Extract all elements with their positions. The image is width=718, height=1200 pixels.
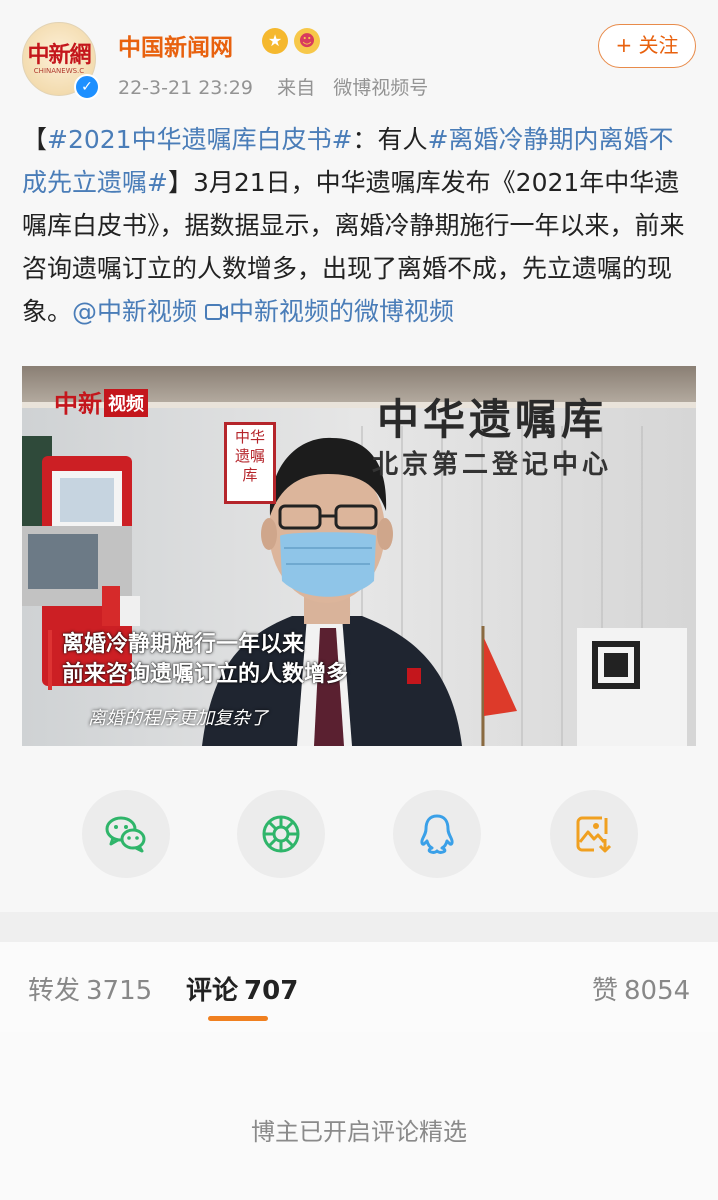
video-watermark-tag: 视频 <box>104 389 148 417</box>
bracket-open: 【 <box>22 125 48 154</box>
save-image-icon <box>576 816 612 853</box>
comment-area: 博主已开启评论精选 <box>0 1032 718 1200</box>
wall-sign: 中华遗嘱库 <box>377 395 608 444</box>
verified-icon: ✓ <box>74 74 100 100</box>
follow-button[interactable]: + 关注 <box>598 24 696 68</box>
post-meta: 22-3-21 23:29 来自 微博视频号 <box>118 73 428 100</box>
topic-link-whitepaper[interactable]: #2021中华遗嘱库白皮书# <box>47 125 353 154</box>
wechat-icon <box>105 816 146 853</box>
wall-plaque: 中华遗嘱库 <box>224 422 276 504</box>
account-name[interactable]: 中国新闻网 <box>118 28 233 62</box>
post-text-segment: ：有人 <box>352 125 428 154</box>
video-watermark: 中新 视频 <box>54 384 148 419</box>
tab-comments-label: 评论 <box>186 976 239 1006</box>
subtitle-line: 离婚冷静期施行一年以来 <box>62 632 305 657</box>
video-subtitle: 离婚冷静期施行一年以来 前来咨询遗嘱订立的人数增多 <box>48 630 348 690</box>
avatar-logo: 中新網 <box>27 42 91 68</box>
video-caption: 离婚的程序更加复杂了 <box>88 708 268 729</box>
tab-comments[interactable]: 评论 707 <box>186 970 298 1007</box>
share-moments-button[interactable] <box>237 790 325 878</box>
post-header: 中新網 CHINANEWS.C ✓ 中国新闻网 ★ ☻ 22-3-21 23:2… <box>0 0 718 110</box>
post-text: 【#2021中华遗嘱库白皮书#：有人#离婚冷静期内离婚不成先立遗嘱#】3月21日… <box>22 118 698 333</box>
save-image-button[interactable] <box>550 790 638 878</box>
subtitle-line: 前来咨询遗嘱订立的人数增多 <box>62 662 349 687</box>
video-link[interactable]: 中新视频的微博视频 <box>204 297 454 326</box>
tab-likes-label: 赞 <box>592 976 619 1006</box>
post-timestamp: 22-3-21 23:29 <box>118 77 253 99</box>
qq-icon <box>420 814 454 854</box>
interaction-tabs: 转发 3715 评论 707 赞 8054 <box>0 942 718 1032</box>
video-link-icon <box>204 304 228 320</box>
tab-reposts[interactable]: 转发 3715 <box>28 970 152 1007</box>
account-badges: ★ ☻ <box>262 28 320 54</box>
post-source-link[interactable]: 微博视频号 <box>333 77 428 99</box>
weibo-post-page: 中新網 CHINANEWS.C ✓ 中国新闻网 ★ ☻ 22-3-21 23:2… <box>0 0 718 1200</box>
source-prefix: 来自 <box>277 77 316 99</box>
tab-comments-count: 707 <box>244 976 299 1006</box>
comment-curation-notice: 博主已开启评论精选 <box>251 1118 467 1146</box>
wall-sign-sub: 北京第二登记中心 <box>372 450 613 480</box>
video-link-label: 中新视频的微博视频 <box>228 297 454 326</box>
gold-medal-badge-icon[interactable]: ★ <box>262 28 288 54</box>
share-row <box>0 790 718 880</box>
moments-icon <box>262 815 300 853</box>
video-player[interactable]: 中新 视频 中华遗嘱库 中华遗嘱库 北京第二登记中心 离婚冷静期施行一年以来 前来… <box>22 366 696 746</box>
tab-reposts-label: 转发 <box>28 976 81 1006</box>
share-wechat-button[interactable] <box>82 790 170 878</box>
tab-reposts-count: 3715 <box>86 976 153 1006</box>
face-badge-icon[interactable]: ☻ <box>294 28 320 54</box>
mention-link[interactable]: @中新视频 <box>72 297 197 326</box>
share-qq-button[interactable] <box>393 790 481 878</box>
section-divider <box>0 912 718 942</box>
tab-likes-count: 8054 <box>624 976 691 1006</box>
tab-likes[interactable]: 赞 8054 <box>592 970 690 1007</box>
active-tab-indicator <box>208 1016 268 1021</box>
